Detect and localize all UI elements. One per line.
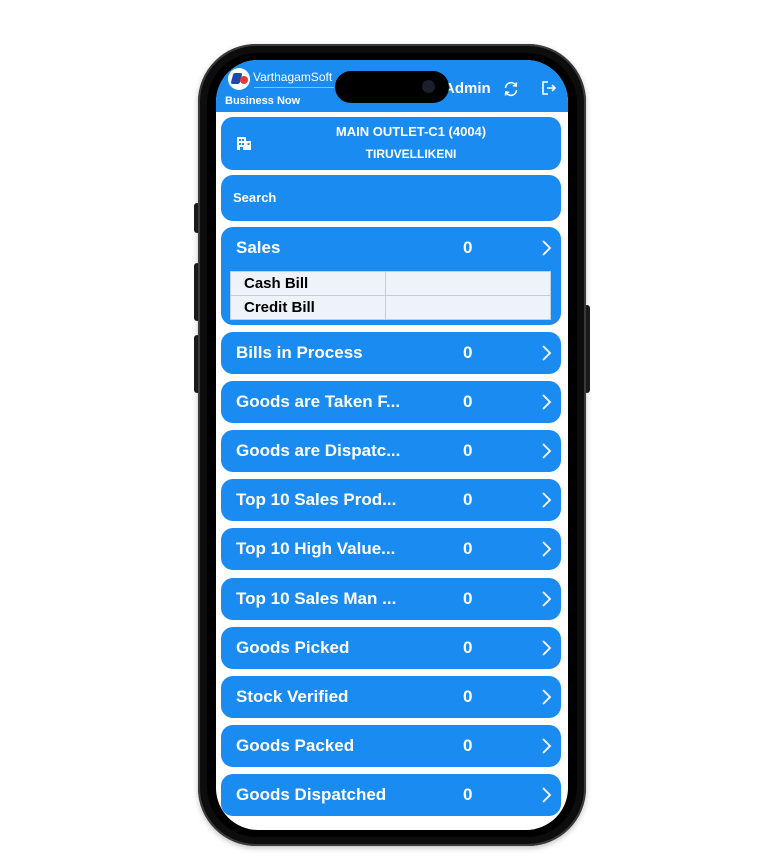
menu-row-value: 0	[463, 589, 473, 608]
menu-row-value: 0	[463, 638, 473, 657]
chevron-right-icon[interactable]	[539, 639, 553, 657]
brand-logo-icon	[228, 68, 250, 90]
menu-row-title: Top 10 Sales Man ...	[236, 589, 397, 608]
menu-row-value: 0	[463, 539, 473, 558]
search-input[interactable]: Search	[221, 175, 561, 221]
menu-row-top-sales-man[interactable]: Top 10 Sales Man ... 0	[221, 578, 561, 620]
chevron-right-icon[interactable]	[539, 344, 553, 362]
menu-row-stock-verified[interactable]: Stock Verified 0	[221, 676, 561, 718]
sales-value: 0	[463, 238, 473, 257]
chevron-right-icon[interactable]	[539, 786, 553, 804]
menu-row-goods-picked[interactable]: Goods Picked 0	[221, 627, 561, 669]
chevron-right-icon[interactable]	[539, 540, 553, 558]
chevron-right-icon[interactable]	[539, 590, 553, 608]
chevron-right-icon[interactable]	[539, 688, 553, 706]
sales-item-value	[385, 295, 551, 320]
outlet-name: MAIN OUTLET-C1 (4004)	[335, 124, 487, 139]
sales-title: Sales	[236, 238, 281, 257]
menu-row-value: 0	[463, 441, 473, 460]
building-icon	[236, 135, 252, 156]
app-subtitle: Business Now	[225, 95, 301, 107]
refresh-icon[interactable]	[501, 79, 521, 99]
menu-row-top-high-value[interactable]: Top 10 High Value... 0	[221, 528, 561, 570]
sales-card[interactable]: Sales 0 Cash Bill Credit Bill	[221, 227, 561, 325]
menu-row-title: Goods Picked	[236, 638, 350, 657]
outlet-card[interactable]: MAIN OUTLET-C1 (4004) TIRUVELLIKENI	[221, 117, 561, 170]
menu-row-title: Goods are Taken F...	[236, 392, 401, 411]
menu-row-value: 0	[463, 687, 473, 706]
menu-row-title: Goods Packed	[236, 736, 355, 755]
dynamic-island	[335, 71, 449, 103]
table-row[interactable]: Credit Bill	[230, 295, 551, 320]
menu-row-title: Goods Dispatched	[236, 785, 387, 804]
search-label: Search	[233, 190, 277, 205]
menu-row-goods-taken[interactable]: Goods are Taken F... 0	[221, 381, 561, 423]
menu-row-title: Bills in Process	[236, 343, 363, 362]
chevron-right-icon[interactable]	[539, 393, 553, 411]
sales-item-value	[385, 271, 551, 296]
menu-row-goods-dispatched[interactable]: Goods Dispatched 0	[221, 774, 561, 816]
chevron-right-icon[interactable]	[539, 239, 553, 257]
brand-divider	[254, 87, 334, 88]
menu-row-value: 0	[463, 392, 473, 411]
menu-row-goods-packed[interactable]: Goods Packed 0	[221, 725, 561, 767]
user-name: Admin	[444, 80, 491, 97]
menu-row-title: Goods are Dispatc...	[236, 441, 401, 460]
sales-item-label: Cash Bill	[230, 271, 386, 296]
sales-item-label: Credit Bill	[230, 295, 386, 320]
table-row[interactable]: Cash Bill	[230, 271, 551, 296]
chevron-right-icon[interactable]	[539, 491, 553, 509]
app-screen: VarthagamSoft Business Now Admin MAIN OU…	[216, 60, 568, 830]
brand-name: VarthagamSoft	[253, 70, 333, 84]
menu-row-title: Top 10 High Value...	[236, 539, 396, 558]
chevron-right-icon[interactable]	[539, 442, 553, 460]
menu-row-title: Stock Verified	[236, 687, 349, 706]
menu-row-value: 0	[463, 490, 473, 509]
chevron-right-icon[interactable]	[539, 737, 553, 755]
menu-row-title: Top 10 Sales Prod...	[236, 490, 397, 509]
menu-row-value: 0	[463, 343, 473, 362]
sales-breakdown-table: Cash Bill Credit Bill	[230, 271, 551, 320]
menu-row-value: 0	[463, 785, 473, 804]
menu-row-top-sales-products[interactable]: Top 10 Sales Prod... 0	[221, 479, 561, 521]
outlet-location: TIRUVELLIKENI	[365, 147, 457, 161]
device-stage: VarthagamSoft Business Now Admin MAIN OU…	[0, 0, 782, 864]
menu-row-value: 0	[463, 736, 473, 755]
logout-icon[interactable]	[539, 78, 559, 98]
menu-row-bills-in-process[interactable]: Bills in Process 0	[221, 332, 561, 374]
menu-row-goods-dispatching[interactable]: Goods are Dispatc... 0	[221, 430, 561, 472]
